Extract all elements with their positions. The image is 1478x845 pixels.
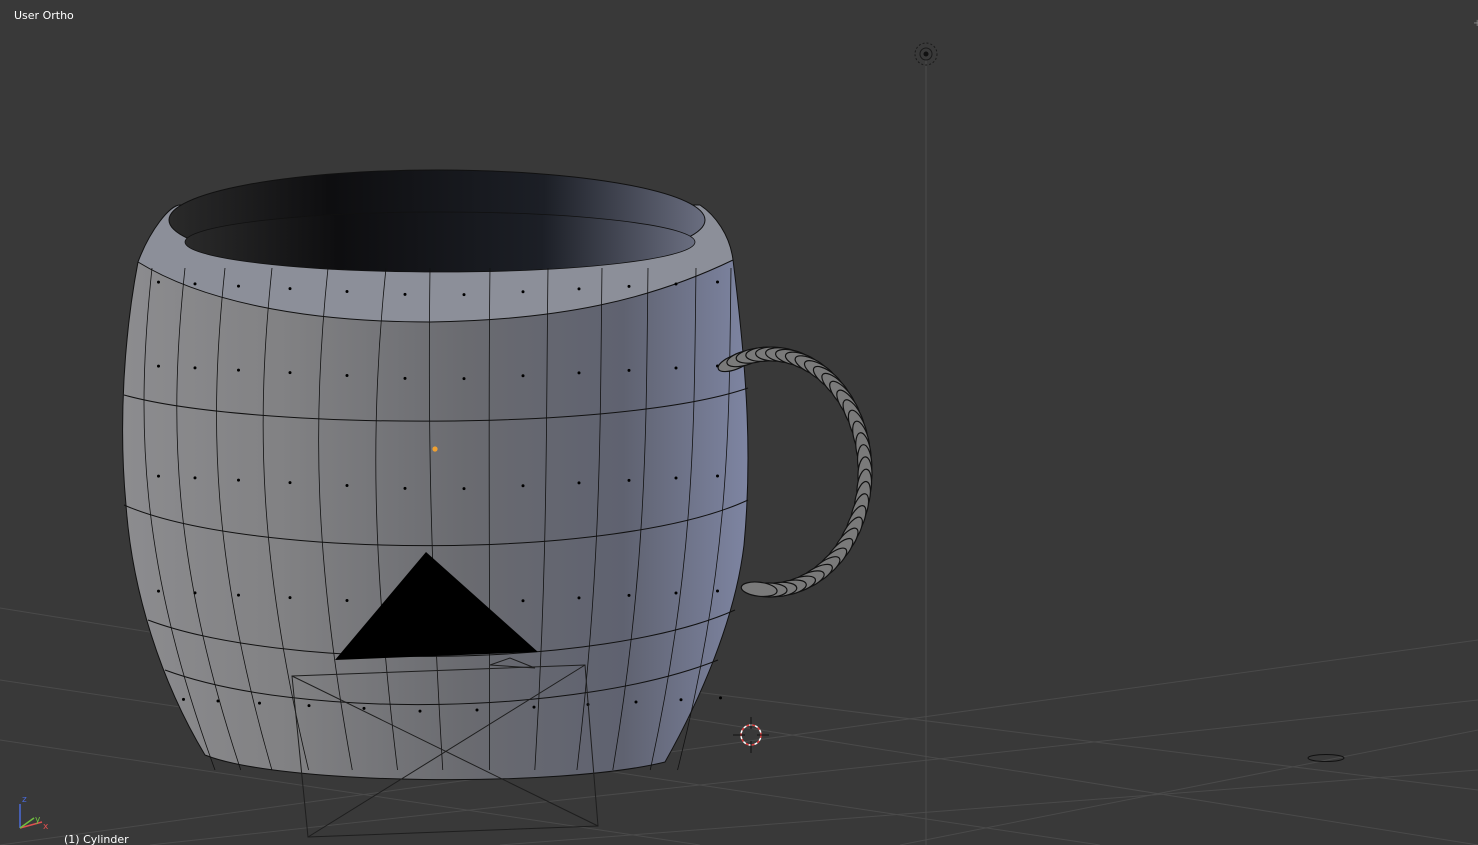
mesh-vertex xyxy=(674,366,678,370)
mesh-vertex xyxy=(157,280,160,284)
mesh-vertex xyxy=(521,290,525,294)
mug-mesh[interactable] xyxy=(122,169,749,781)
mesh-vertex xyxy=(719,696,722,700)
mesh-vertex xyxy=(345,599,349,602)
mesh-vertex xyxy=(403,292,407,296)
mesh-vertex xyxy=(345,484,349,487)
axis-gizmo-icon: z y x xyxy=(19,795,49,832)
mesh-vertex xyxy=(627,284,631,288)
mesh-vertex xyxy=(462,487,466,491)
mesh-vertex xyxy=(716,280,719,284)
mesh-vertex xyxy=(627,593,631,597)
mesh-vertex xyxy=(462,293,466,297)
mesh-vertex xyxy=(674,282,678,286)
mesh-vertex xyxy=(237,368,240,372)
mesh-vertex xyxy=(288,481,292,485)
mesh-vertex xyxy=(532,705,536,709)
mesh-vertex xyxy=(716,589,719,593)
mesh-vertex xyxy=(521,374,525,378)
mesh-vertex xyxy=(674,591,678,595)
mesh-vertex xyxy=(674,476,678,480)
mesh-vertex xyxy=(345,374,349,377)
mesh-vertex xyxy=(577,481,581,485)
view-label: User Ortho xyxy=(14,9,74,22)
mesh-vertex xyxy=(403,486,407,490)
mesh-vertex xyxy=(237,593,240,597)
mesh-vertex xyxy=(288,287,292,291)
scene-canvas[interactable]: z y x xyxy=(0,0,1478,845)
mesh-vertex xyxy=(521,484,525,488)
mesh-vertex xyxy=(193,366,197,370)
mesh-vertex xyxy=(577,371,581,375)
mesh-vertex xyxy=(258,701,261,705)
region-toggle-icon[interactable]: + xyxy=(1473,18,1478,30)
axis-z-label: z xyxy=(22,795,27,805)
mesh-vertex xyxy=(216,699,220,703)
object-info: (1) Cylinder xyxy=(64,833,129,845)
mesh-vertex xyxy=(307,704,311,708)
mesh-vertex xyxy=(475,708,479,712)
mesh-vertex xyxy=(403,376,407,380)
mesh-vertex xyxy=(182,697,185,701)
mesh-vertex xyxy=(288,596,292,600)
mesh-vertex xyxy=(193,476,197,480)
mesh-vertex xyxy=(237,284,240,288)
mesh-vertex xyxy=(462,377,466,381)
mesh-vertex xyxy=(627,368,631,372)
mesh-vertex xyxy=(418,709,422,713)
axis-x-label: x xyxy=(43,822,49,832)
mesh-vertex xyxy=(627,478,631,482)
object-origin-icon xyxy=(432,446,438,452)
mesh-vertex xyxy=(157,364,160,368)
mesh-vertex xyxy=(577,596,581,600)
mesh-vertex xyxy=(716,474,719,478)
mesh-vertex xyxy=(577,287,581,291)
3d-cursor-icon[interactable] xyxy=(733,717,769,753)
mesh-vertex xyxy=(193,282,197,286)
mesh-vertex xyxy=(362,706,366,710)
mesh-vertex xyxy=(634,700,638,704)
mesh-vertex xyxy=(521,599,525,603)
mesh-vertex xyxy=(157,474,160,478)
mesh-vertex xyxy=(237,478,240,482)
axis-y-label: y xyxy=(35,815,41,825)
mesh-vertex xyxy=(193,591,197,595)
mesh-vertex xyxy=(345,290,349,293)
mesh-vertex xyxy=(157,589,160,593)
mesh-vertex xyxy=(288,371,292,375)
mesh-vertex xyxy=(679,698,683,702)
3d-viewport[interactable]: z y x User Ortho (1) Cylinder + xyxy=(0,0,1478,845)
